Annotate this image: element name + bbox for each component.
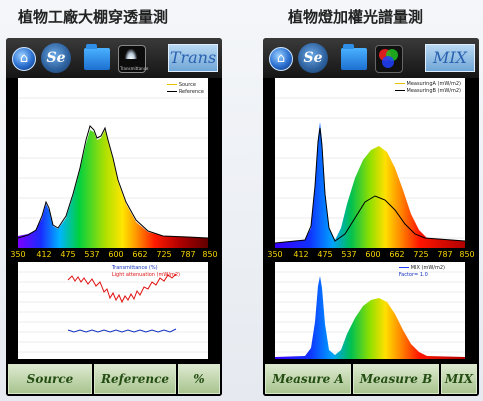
folder-icon[interactable] <box>341 44 367 70</box>
axis-tick: 475 <box>60 250 76 259</box>
axis-tick: 787 <box>180 250 196 259</box>
axis-tick: 725 <box>156 250 172 259</box>
axis-tick: 412 <box>36 250 52 259</box>
lamp-icon[interactable]: Transmittance <box>118 45 148 73</box>
transmittance-chart: Transmittance (%) Light attenuation (mW/… <box>18 262 208 359</box>
left-button-bar: Source Reference % <box>6 360 222 396</box>
axis-tick: 662 <box>132 250 148 259</box>
legend-mix: MIX (mW/m2) <box>398 265 445 272</box>
axis-tick: 600 <box>108 250 124 259</box>
left-wavelength-axis: 350 412 475 537 600 662 725 787 850 <box>6 249 222 261</box>
mix-mode-button[interactable]: MIX <box>425 44 475 72</box>
right-phone-screen: ⌂ Se MIX MeasuringA (mW/m2) MeasuringB (… <box>263 38 479 396</box>
legend-measuring-b: MeasuringB (mW/m2) <box>394 88 461 95</box>
axis-tick: 350 <box>10 250 26 259</box>
home-icon[interactable]: ⌂ <box>12 47 36 71</box>
attenuation-line <box>67 328 177 333</box>
folder-icon[interactable] <box>84 44 110 70</box>
axis-tick: 787 <box>437 250 453 259</box>
axis-tick: 662 <box>389 250 405 259</box>
mix-chart: MIX (mW/m2) Factor= 1.0 <box>275 262 465 359</box>
legend-attenuation: Light attenuation (mW/m2) <box>111 272 180 278</box>
measure-b-button[interactable]: Measure B <box>353 364 439 394</box>
legend-reference: Reference <box>166 89 204 96</box>
axis-tick: 475 <box>317 250 333 259</box>
measuring-a-area <box>275 122 465 248</box>
mix-button[interactable]: MIX <box>441 364 477 394</box>
axis-tick: 600 <box>365 250 381 259</box>
legend-measuring-a: MeasuringA (mW/m2) <box>394 81 462 88</box>
axis-tick: 850 <box>202 250 218 259</box>
right-caption: 植物燈加權光譜量測 <box>288 8 424 26</box>
settings-icon[interactable]: Se <box>298 43 328 73</box>
left-toolbar: ⌂ Se Transmittance Trans <box>6 38 222 78</box>
reference-button[interactable]: Reference <box>94 364 176 394</box>
legend-source: Source <box>166 82 204 89</box>
left-caption: 植物工廠大棚穿透量測 <box>18 8 169 26</box>
axis-tick: 350 <box>267 250 283 259</box>
settings-icon[interactable]: Se <box>41 43 71 73</box>
rgb-icon[interactable] <box>375 45 403 73</box>
bottom-legend: MIX (mW/m2) Factor= 1.0 <box>398 265 445 279</box>
left-phone-screen: ⌂ Se Transmittance Trans Source Referenc… <box>6 38 222 396</box>
source-button[interactable]: Source <box>8 364 92 394</box>
source-reference-chart: Source Reference <box>18 78 208 248</box>
right-wavelength-axis: 350 412 475 537 600 662 725 787 850 <box>263 249 479 261</box>
right-toolbar: ⌂ Se MIX <box>263 38 479 78</box>
top-legend: Source Reference <box>166 82 204 96</box>
source-spectrum-area <box>18 130 208 248</box>
right-button-bar: Measure A Measure B MIX <box>263 360 479 396</box>
bottom-legend: Transmittance (%) Light attenuation (mW/… <box>112 265 180 279</box>
axis-tick: 412 <box>293 250 309 259</box>
legend-factor: Factor= 1.0 <box>398 272 428 278</box>
measure-a-button[interactable]: Measure A <box>265 364 351 394</box>
mix-area <box>275 276 465 359</box>
axis-tick: 850 <box>459 250 475 259</box>
trans-mode-button[interactable]: Trans <box>168 44 218 72</box>
axis-tick: 725 <box>413 250 429 259</box>
measuring-ab-chart: MeasuringA (mW/m2) MeasuringB (mW/m2) <box>275 78 465 248</box>
axis-tick: 537 <box>84 250 100 259</box>
legend-transmittance: Transmittance (%) <box>111 265 158 271</box>
home-icon[interactable]: ⌂ <box>269 47 293 71</box>
percent-button[interactable]: % <box>178 364 220 394</box>
axis-tick: 537 <box>341 250 357 259</box>
top-legend: MeasuringA (mW/m2) MeasuringB (mW/m2) <box>394 81 462 95</box>
